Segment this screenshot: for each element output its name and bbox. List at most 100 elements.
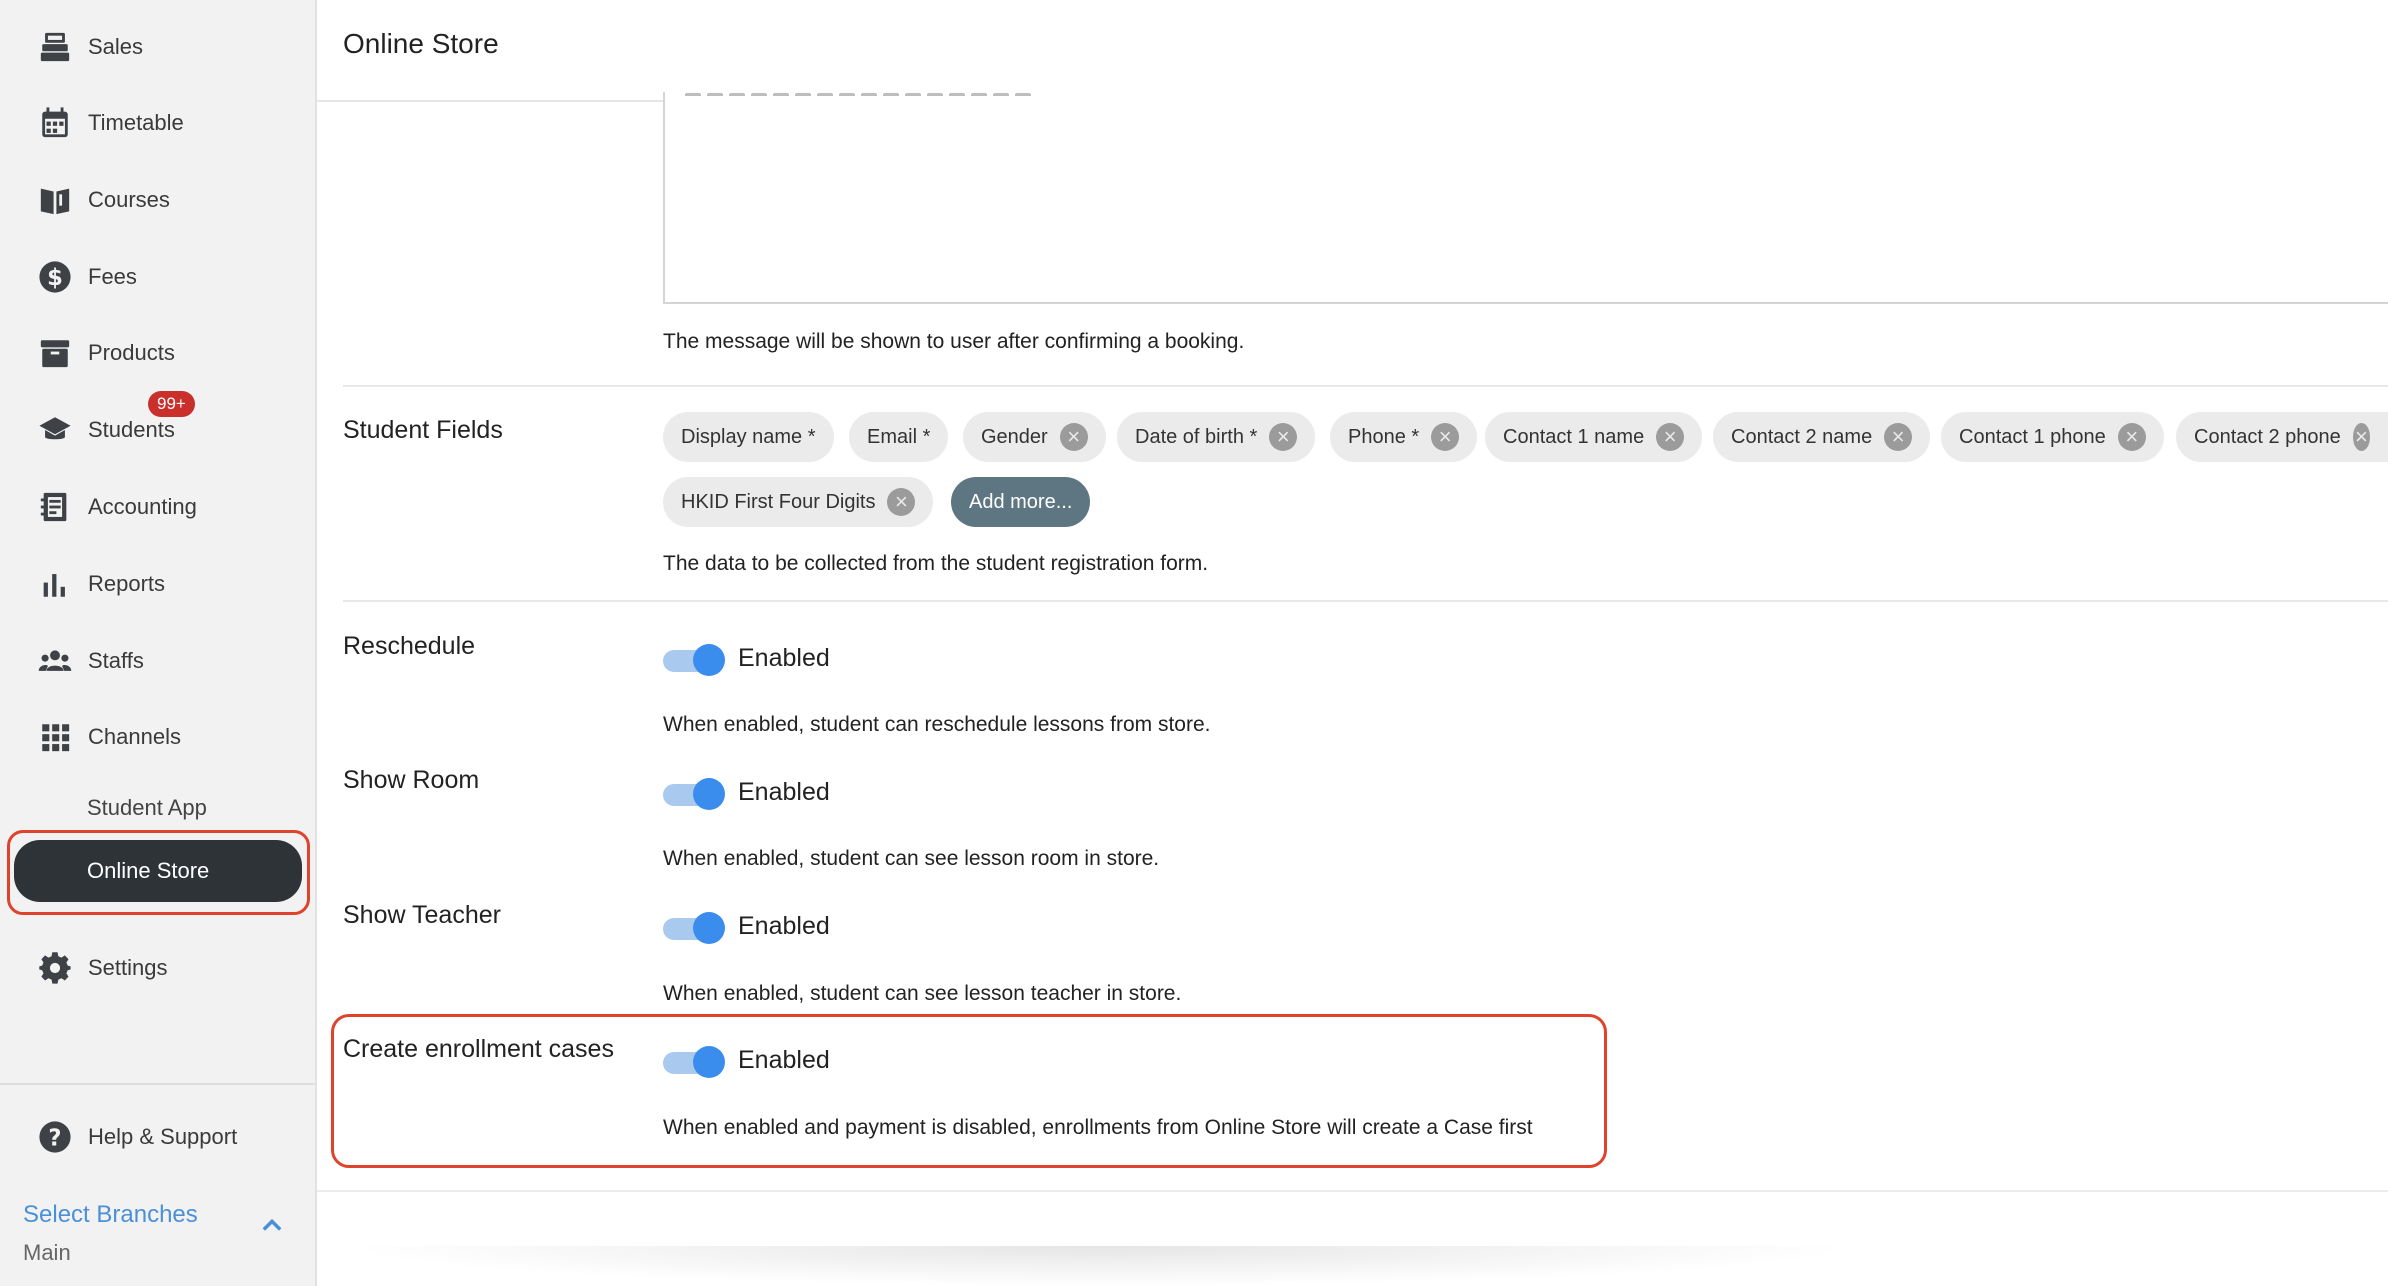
sidebar-item-products[interactable]: Products bbox=[36, 328, 296, 378]
add-more-fields-button[interactable]: Add more... bbox=[951, 477, 1091, 527]
enrollment-cases-toggle[interactable] bbox=[663, 1044, 725, 1078]
graduation-cap-icon bbox=[36, 411, 74, 449]
calendar-icon bbox=[36, 104, 74, 142]
remove-chip-icon[interactable]: × bbox=[1431, 423, 1460, 451]
footer-shadow bbox=[340, 1246, 1860, 1286]
sidebar-item-staffs[interactable]: Staffs bbox=[36, 636, 296, 686]
book-icon bbox=[36, 181, 74, 219]
student-fields-help-text: The data to be collected from the studen… bbox=[663, 552, 1209, 575]
remove-chip-icon[interactable]: × bbox=[887, 488, 916, 516]
sidebar-item-students[interactable]: Students 99+ bbox=[36, 391, 296, 455]
field-chip[interactable]: Contact 2 phone × bbox=[2176, 412, 2388, 462]
sidebar-item-label: Students bbox=[88, 417, 175, 442]
enrollment-cases-help-text: When enabled and payment is disabled, en… bbox=[663, 1116, 1533, 1139]
sidebar-item-label: Timetable bbox=[88, 110, 184, 135]
sidebar-item-label: Accounting bbox=[88, 494, 197, 519]
field-chip[interactable]: HKID First Four Digits × bbox=[663, 477, 934, 527]
field-chip[interactable]: Date of birth * × bbox=[1117, 412, 1316, 462]
gear-icon bbox=[36, 949, 74, 987]
current-branch: Main bbox=[23, 1240, 71, 1265]
sidebar-item-label: Reports bbox=[88, 571, 166, 596]
field-chip[interactable]: Gender × bbox=[963, 412, 1106, 462]
sidebar-item-online-store[interactable]: Online Store bbox=[14, 840, 302, 902]
enrollment-cases-label: Create enrollment cases bbox=[343, 1035, 614, 1063]
archive-box-icon bbox=[36, 334, 74, 372]
chevron-up-icon[interactable] bbox=[258, 1212, 286, 1240]
chip-label: Contact 2 phone bbox=[2194, 425, 2341, 448]
toggle-knob bbox=[693, 912, 725, 944]
ledger-icon bbox=[36, 488, 74, 526]
show-room-state: Enabled bbox=[738, 778, 830, 806]
cash-register-icon bbox=[36, 28, 74, 66]
toggle-knob bbox=[693, 778, 725, 810]
sidebar: Sales Timetable Courses $ Fees Products … bbox=[0, 0, 317, 1286]
toggle-knob bbox=[693, 644, 725, 676]
remove-chip-icon[interactable]: × bbox=[2117, 423, 2146, 451]
divider bbox=[317, 1190, 2388, 1192]
chip-label: Gender bbox=[981, 425, 1048, 448]
sidebar-item-label: Fees bbox=[88, 264, 137, 289]
help-circle-icon: ? bbox=[36, 1118, 74, 1156]
field-chip[interactable]: Email * bbox=[849, 412, 949, 462]
svg-text:?: ? bbox=[48, 1126, 61, 1152]
show-teacher-toggle[interactable] bbox=[663, 910, 725, 944]
remove-chip-icon[interactable]: × bbox=[1656, 423, 1685, 451]
chip-label: Phone * bbox=[1348, 425, 1420, 448]
reschedule-label: Reschedule bbox=[343, 632, 476, 660]
toggle-knob bbox=[693, 1046, 725, 1078]
svg-text:$: $ bbox=[47, 265, 63, 291]
sidebar-item-settings[interactable]: Settings bbox=[36, 943, 296, 993]
field-chip[interactable]: Contact 1 phone × bbox=[1941, 412, 2164, 462]
show-teacher-help-text: When enabled, student can see lesson tea… bbox=[663, 982, 1182, 1005]
sidebar-item-label: Channels bbox=[88, 724, 181, 749]
show-room-toggle[interactable] bbox=[663, 776, 725, 810]
divider bbox=[0, 1083, 315, 1085]
reschedule-help-text: When enabled, student can reschedule les… bbox=[663, 713, 1211, 736]
field-chip[interactable]: Contact 2 name × bbox=[1713, 412, 1931, 462]
sidebar-item-accounting[interactable]: Accounting bbox=[36, 482, 296, 532]
chip-label: HKID First Four Digits bbox=[681, 490, 876, 513]
sidebar-item-timetable[interactable]: Timetable bbox=[36, 98, 296, 148]
field-chip[interactable]: Display name * bbox=[663, 412, 834, 462]
sidebar-item-label: Online Store bbox=[87, 858, 210, 883]
chip-label: Contact 1 name bbox=[1503, 425, 1645, 448]
sidebar-item-sales[interactable]: Sales bbox=[36, 22, 296, 72]
sidebar-item-label: Courses bbox=[88, 187, 170, 212]
remove-chip-icon[interactable]: × bbox=[2352, 423, 2370, 451]
divider bbox=[343, 385, 2388, 387]
enrollment-cases-state: Enabled bbox=[738, 1046, 830, 1074]
sidebar-item-label: Help & Support bbox=[88, 1124, 238, 1149]
show-room-label: Show Room bbox=[343, 766, 480, 794]
remove-chip-icon[interactable]: × bbox=[1059, 423, 1088, 451]
sidebar-item-reports[interactable]: Reports bbox=[36, 559, 296, 609]
sidebar-item-label: Sales bbox=[88, 34, 144, 59]
chip-label: Display name * bbox=[681, 425, 816, 448]
select-branches-link[interactable]: Select Branches bbox=[23, 1201, 198, 1229]
help-support-link[interactable]: ? Help & Support bbox=[36, 1112, 296, 1162]
chip-label: Email * bbox=[867, 425, 931, 448]
message-help-text: The message will be shown to user after … bbox=[663, 330, 1245, 353]
reschedule-state: Enabled bbox=[738, 644, 830, 672]
sidebar-item-label: Staffs bbox=[88, 648, 144, 673]
notification-badge: 99+ bbox=[148, 391, 195, 417]
remove-chip-icon[interactable]: × bbox=[1884, 423, 1913, 451]
dollar-circle-icon: $ bbox=[36, 258, 74, 296]
bar-chart-icon bbox=[36, 565, 74, 603]
field-chip[interactable]: Phone * × bbox=[1330, 412, 1478, 462]
people-icon bbox=[36, 642, 74, 680]
remove-chip-icon[interactable]: × bbox=[1269, 423, 1298, 451]
chip-label: Contact 2 name bbox=[1731, 425, 1873, 448]
sidebar-item-channels[interactable]: Channels bbox=[36, 712, 296, 762]
field-chip[interactable]: Contact 1 name × bbox=[1485, 412, 1703, 462]
sidebar-item-courses[interactable]: Courses bbox=[36, 175, 296, 225]
student-fields-label: Student Fields bbox=[343, 416, 503, 444]
confirmation-message-textarea[interactable] bbox=[663, 92, 2388, 304]
show-teacher-state: Enabled bbox=[738, 912, 830, 940]
clipped-text bbox=[685, 86, 1065, 96]
sidebar-item-label: Settings bbox=[88, 955, 168, 980]
sidebar-item-student-app[interactable]: Student App bbox=[87, 795, 207, 821]
reschedule-toggle[interactable] bbox=[663, 642, 725, 676]
sidebar-item-fees[interactable]: $ Fees bbox=[36, 252, 296, 302]
sidebar-item-label: Products bbox=[88, 340, 175, 365]
divider bbox=[343, 600, 2388, 602]
